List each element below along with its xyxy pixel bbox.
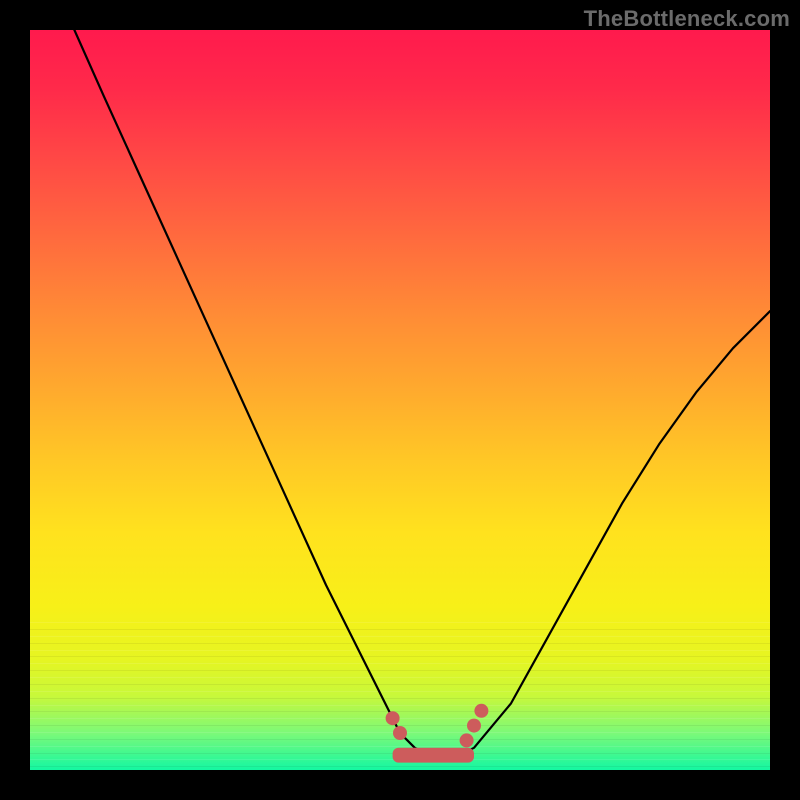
- bottleneck-curve: [74, 30, 770, 755]
- optimal-band: [393, 748, 474, 763]
- watermark-text: TheBottleneck.com: [584, 6, 790, 32]
- chart-frame: TheBottleneck.com: [0, 0, 800, 800]
- curve-layer: [30, 30, 770, 770]
- markers-right: [460, 704, 489, 748]
- plot-area: [30, 30, 770, 770]
